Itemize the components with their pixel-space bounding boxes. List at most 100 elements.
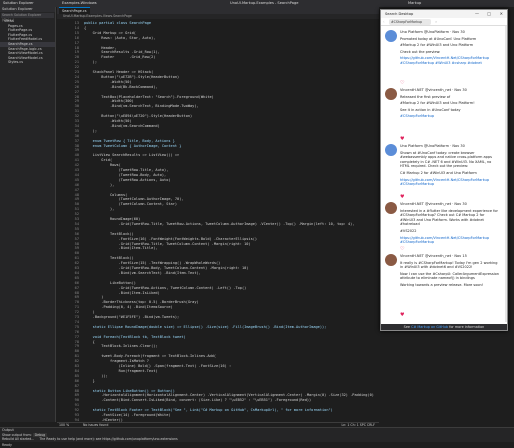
- tweet-extra: C# Markup 2 for #WinUI3 and Uno Platform: [400, 170, 477, 175]
- code-line: static Ellipse RoundImage(double size) =…: [84, 324, 327, 329]
- tweet-text: Interested in a #flutter like developmen…: [400, 208, 498, 227]
- line-number: 33: [74, 119, 79, 123]
- like-button[interactable]: ♥: [400, 194, 404, 200]
- tweet-link[interactable]: #CSharpForMarkup: [400, 114, 499, 119]
- line-number: 90: [74, 398, 79, 403]
- tweet-link[interactable]: https://github.com/VincentH-Net/CSharpFo…: [400, 178, 499, 187]
- code-line: .Grid(TweetRow.Title, TweetRow.Actions, …: [84, 221, 355, 226]
- line-number: 34: [74, 123, 79, 128]
- output-panel: Output Show output from: Debug Rebuild A…: [0, 427, 514, 442]
- line-number: 83: [74, 364, 79, 368]
- line-number: 43: [74, 168, 79, 172]
- code-line: .Bind(vm.SearchText, BindingMode.TwoWay)…: [84, 104, 199, 109]
- back-icon[interactable]: ‹: [383, 19, 385, 24]
- line-number: 45: [74, 177, 79, 182]
- tab-searchpage[interactable]: SearchPage.cs: [59, 7, 90, 14]
- line-number: 42: [74, 163, 79, 168]
- code-line: }: [84, 378, 95, 383]
- line-number: 85: [74, 373, 79, 378]
- line-number: 74: [74, 319, 79, 324]
- line-number: 24: [74, 74, 79, 79]
- line-number: 40: [74, 153, 79, 158]
- close-icon[interactable]: ✕: [500, 10, 503, 18]
- tweet-link[interactable]: https://github.com/VincentH-Net/CSharpFo…: [400, 56, 499, 65]
- like-button[interactable]: ♥: [400, 136, 404, 142]
- line-number: 92: [74, 408, 79, 413]
- tweet-content: VincentH.NET @vincenth_net · Nov 15 It re…: [400, 254, 499, 290]
- code-editor[interactable]: public partial class SearchPage{ Grid Ma…: [84, 19, 379, 422]
- line-number: 64: [74, 270, 79, 275]
- solution-item[interactable]: Styles.cs: [0, 60, 55, 65]
- line-number: 14: [74, 25, 79, 30]
- app-search-bar: ‹ #CSharpForMarkup ⌕: [381, 18, 507, 26]
- ide-bottom-statusbar: Ready: [0, 442, 514, 448]
- tweet-link[interactable]: https://github.com/VincentH-Net/CSharpFo…: [400, 236, 499, 245]
- tweet-text: It really is #CSharpForMarkup! Today I'm…: [400, 260, 498, 270]
- line-number: 84: [74, 368, 79, 373]
- line-number: 88: [74, 388, 79, 393]
- line-number: 26: [74, 84, 79, 89]
- tweet-author: Uno Platform @UnoPlatform · Nov 30: [400, 30, 465, 34]
- maximize-icon[interactable]: □: [487, 10, 491, 18]
- feed-scrollbar[interactable]: [505, 26, 507, 322]
- line-number: 68: [74, 290, 79, 295]
- line-number: 18: [74, 45, 79, 50]
- app-window: Search Desktop — □ ✕ ‹ #CSharpForMarkup …: [380, 9, 508, 331]
- line-number: 82: [74, 359, 79, 364]
- line-number: 66: [74, 280, 79, 285]
- code-line: enum TweetColumn { AuthorImage, Content …: [84, 143, 182, 148]
- line-number: 56: [74, 231, 79, 236]
- editor-tab-name[interactable]: Examples.Windows: [62, 0, 97, 7]
- line-number: 78: [74, 339, 79, 344]
- avatar: [385, 30, 397, 42]
- tweet-extra: Now I can use the #CsharpU: CallerArgume…: [400, 271, 500, 281]
- line-number: 22: [74, 65, 79, 70]
- app-search-input[interactable]: #CSharpForMarkup: [389, 19, 431, 25]
- tweet-content: Uno Platform @UnoPlatform · Nov 30 Promot…: [400, 30, 499, 68]
- code-line: .Bind(vm.SearchText) .Bind(Item.Text),: [84, 270, 201, 275]
- code-line: .Content(Bind.Convert.IsLiked(Bind, conv…: [84, 398, 312, 403]
- tweet-text: Shown at #UnoConf today: create browser …: [400, 150, 492, 169]
- line-number: 15: [74, 30, 79, 35]
- like-button[interactable]: ♥: [400, 312, 404, 318]
- line-number: 37: [74, 138, 79, 143]
- output-text-1: Rebuild All started...: [2, 437, 35, 441]
- line-number: 93: [74, 413, 79, 417]
- tweet-author: VincentH.NET @vincenth_net · Nov 30: [400, 88, 467, 92]
- window-title: UnoUI.Markup.Examples - SearchPage: [230, 1, 299, 5]
- line-number: 61: [74, 256, 79, 261]
- line-number: 77: [74, 334, 79, 339]
- minimize-icon[interactable]: —: [475, 10, 479, 18]
- line-number: 53: [74, 217, 79, 221]
- tweet-author: Uno Platform @UnoPlatform · Nov 30: [400, 144, 465, 148]
- footer-suffix: for more information: [448, 325, 485, 329]
- tweet-extra-2: See it in action in #UnoConf today: [400, 107, 461, 112]
- solution-explorer: Solution Explorer Search Solution Explor…: [0, 7, 56, 422]
- editor-tabstrip: SearchPage.cs: [57, 7, 379, 14]
- line-number: 21: [74, 60, 79, 65]
- tweet-extra-2: Check out the preview:: [400, 49, 441, 54]
- window-title-right: Markup: [408, 1, 422, 5]
- footer-link[interactable]: C# Markup on GitHub: [411, 325, 448, 329]
- app-footer: See C# Markup on GitHub for more informa…: [381, 324, 507, 330]
- line-number: 65: [74, 275, 79, 280]
- avatar: [385, 254, 397, 266]
- search-icon[interactable]: ⌕: [435, 19, 437, 24]
- line-number: 60: [74, 251, 79, 256]
- line-number: 29: [74, 99, 79, 104]
- line-number: 19: [74, 50, 79, 55]
- solution-search-input[interactable]: Search Solution Explorer (Ctrl+;): [1, 13, 54, 22]
- line-number: 20: [74, 55, 79, 60]
- line-number: 55: [74, 226, 79, 231]
- line-number: 89: [74, 393, 79, 398]
- line-number: 23: [74, 70, 79, 74]
- tweet-list[interactable]: Uno Platform @UnoPlatform · Nov 30 Promot…: [381, 26, 507, 322]
- app-titlebar: Search Desktop — □ ✕: [381, 10, 507, 18]
- code-line: );: [84, 60, 97, 65]
- like-button[interactable]: ♡: [400, 80, 404, 86]
- line-number: 72: [74, 310, 79, 315]
- like-button[interactable]: ♡: [400, 246, 404, 252]
- line-number: 30: [74, 104, 79, 109]
- line-number: 62: [74, 261, 79, 266]
- line-number: 32: [74, 114, 79, 119]
